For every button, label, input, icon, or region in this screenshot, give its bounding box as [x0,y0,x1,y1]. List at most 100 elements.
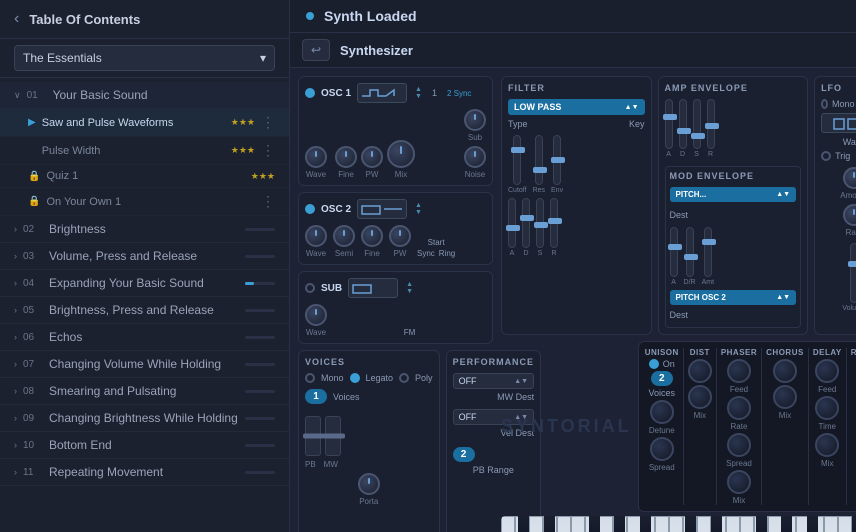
sidebar-item-08[interactable]: › 08 Smearing and Pulsating [0,378,289,405]
sub-wave-knob[interactable] [305,304,327,326]
white-key[interactable] [740,516,754,532]
noise-label: Noise [465,170,485,179]
delay-time-knob[interactable] [815,396,839,420]
sidebar-item-05[interactable]: › 05 Brightness, Press and Release [0,297,289,324]
sidebar-item-quiz1[interactable]: 🔒 Quiz 1 ★★★ [0,165,289,188]
phaser-feed-knob[interactable] [727,359,751,383]
mono-radio[interactable] [305,373,315,383]
white-key[interactable] [641,516,655,532]
sidebar-item-06[interactable]: › 06 Echos [0,324,289,351]
white-key[interactable] [585,516,599,532]
osc1-wave-knob[interactable] [305,146,327,168]
sidebar-item-02[interactable]: › 02 Brightness [0,216,289,243]
sidebar-item-saw-pulse[interactable]: ▶ Saw and Pulse Waveforms ★★★ ⋮ [0,109,289,137]
white-key[interactable] [613,516,627,532]
white-key[interactable] [711,516,725,532]
osc1-toggle[interactable] [305,88,315,98]
dist-knob[interactable] [688,359,712,383]
osc1-sub-knob[interactable] [464,109,486,131]
dropdown-select[interactable]: The Essentials ▾ [14,45,275,71]
osc1-fine-knob[interactable] [335,146,357,168]
pb-slider[interactable] [305,416,321,456]
white-key[interactable] [726,516,740,532]
sub-toggle[interactable] [305,283,315,293]
sub-wave-display[interactable] [348,278,398,298]
white-key[interactable] [599,516,613,532]
mono-legato-poly: Mono Legato Poly [305,373,433,383]
sidebar-item-pulse-width[interactable]: ▶ Pulse Width ★★★ ⋮ [0,137,289,165]
white-key[interactable] [852,516,856,532]
white-key[interactable] [768,516,782,532]
osc2-toggle[interactable] [305,204,315,214]
osc1-wave-display[interactable] [357,83,407,103]
synth-back-button[interactable]: ↩ [302,39,330,61]
spread-knob[interactable] [650,437,674,461]
chorus-knob[interactable] [773,359,797,383]
lfo-rate-knob[interactable] [843,204,856,226]
pitch-button[interactable]: PITCH... ▲▼ [670,187,797,202]
sidebar-item-on-your-own[interactable]: 🔒 On Your Own 1 ⋮ [0,188,289,216]
chorus-mix-knob[interactable] [773,385,797,409]
white-key[interactable] [697,516,711,532]
white-key[interactable] [810,516,824,532]
phaser-rate-knob[interactable] [727,396,751,420]
poly-radio[interactable] [399,373,409,383]
osc2-pw-knob[interactable] [389,225,411,247]
white-key[interactable] [754,516,768,532]
white-key[interactable] [543,516,557,532]
white-key[interactable] [838,516,852,532]
back-button[interactable]: ‹ [14,10,19,28]
chevron-icon: › [14,278,17,288]
white-key[interactable] [683,516,697,532]
porta-knob[interactable] [358,473,380,495]
white-key[interactable] [655,516,669,532]
white-key[interactable] [669,516,683,532]
sidebar-item-10[interactable]: › 10 Bottom End [0,432,289,459]
white-key[interactable] [557,516,571,532]
delay-mix-knob[interactable] [815,433,839,457]
osc2-wave-display[interactable] [357,199,407,219]
mw-slider[interactable] [325,416,341,456]
white-key[interactable] [824,516,838,532]
osc2-label: OSC 2 [321,204,351,215]
osc1-noise-knob[interactable] [464,146,486,168]
white-key[interactable] [571,516,585,532]
osc1-pw-knob[interactable] [361,146,383,168]
phaser-spread-knob[interactable] [727,433,751,457]
osc2-wave-knob[interactable] [305,225,327,247]
phaser-mix-knob[interactable] [727,470,751,494]
white-key[interactable] [501,516,515,532]
unison-on[interactable] [649,359,659,369]
detune-knob[interactable] [650,400,674,424]
lfo-wave-display[interactable] [821,113,856,133]
dist-mix-knob[interactable] [688,385,712,409]
sidebar-item-03[interactable]: › 03 Volume, Press and Release [0,243,289,270]
menu-icon[interactable]: ⋮ [261,193,275,210]
white-key[interactable] [529,516,543,532]
low-pass-button[interactable]: LOW PASS ▲▼ [508,99,645,115]
osc1-mix-knob[interactable] [387,140,415,168]
menu-icon[interactable]: ⋮ [261,142,275,159]
voices-stepper[interactable]: 1 [305,389,327,404]
white-key[interactable] [627,516,641,532]
lfo-trig-radio[interactable] [821,151,831,161]
pb-range-stepper[interactable]: 2 [453,447,475,462]
menu-icon[interactable]: ⋮ [261,114,275,131]
osc2-semi-knob[interactable] [333,225,355,247]
sidebar-item-01[interactable]: ∨ 01 Your Basic Sound [0,82,289,109]
sidebar-dropdown[interactable]: The Essentials ▾ [0,39,289,78]
delay-feed-knob[interactable] [815,359,839,383]
unison-voices[interactable]: 2 [651,371,673,386]
sidebar-item-04[interactable]: › 04 Expanding Your Basic Sound [0,270,289,297]
lfo-mono-radio[interactable] [821,99,828,109]
lfo-amount-knob[interactable] [843,167,856,189]
sidebar-item-09[interactable]: › 09 Changing Brightness While Holding [0,405,289,432]
pitch-osc2-button[interactable]: PITCH OSC 2 ▲▼ [670,290,797,305]
white-key[interactable] [796,516,810,532]
osc2-fine-knob[interactable] [361,225,383,247]
sidebar-item-11[interactable]: › 11 Repeating Movement [0,459,289,486]
white-key[interactable] [782,516,796,532]
white-key[interactable] [515,516,529,532]
legato-radio[interactable] [350,373,360,383]
sidebar-item-07[interactable]: › 07 Changing Volume While Holding [0,351,289,378]
